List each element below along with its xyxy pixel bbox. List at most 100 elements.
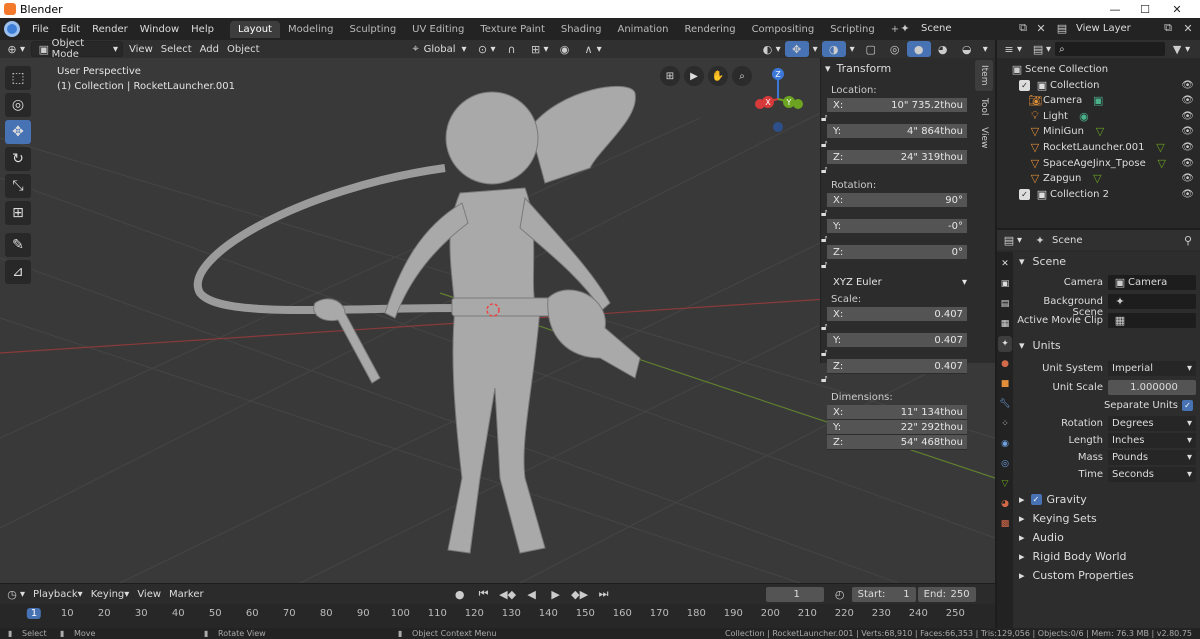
tab-uv-editing[interactable]: UV Editing [404, 21, 472, 38]
outliner-item[interactable]: ▽ SpaceAgeJinx_Tpose ▽ 👁︎ [997, 155, 1200, 171]
lock-icon[interactable]: 🔓︎ [821, 208, 827, 219]
outliner-item[interactable]: ▽ RocketLauncher.001 ▽ 👁︎ [997, 139, 1200, 155]
blender-logo-icon[interactable] [4, 21, 20, 37]
falloff-button[interactable]: ∧ ▾ [577, 41, 606, 57]
minimize-button[interactable]: — [1100, 0, 1130, 18]
tool-settings-tab[interactable]: ✕ [998, 256, 1012, 272]
menu-object[interactable]: Object [223, 41, 264, 57]
audio-panel-header[interactable]: ▸ Audio [1015, 528, 1200, 546]
tab-compositing[interactable]: Compositing [744, 21, 823, 38]
outliner-item[interactable]: ▽ Zapgun ▽ 👁︎ [997, 171, 1200, 187]
maximize-button[interactable]: ☐ [1130, 0, 1160, 18]
shading-material[interactable]: ◕ [931, 41, 955, 57]
lock-icon[interactable]: 🔓︎ [821, 348, 827, 359]
snap-button[interactable]: ∩ [500, 41, 524, 57]
rotation-y-field[interactable]: Y: -0° [827, 219, 967, 234]
tab-texture-paint[interactable]: Texture Paint [472, 21, 553, 38]
tab-rendering[interactable]: Rendering [676, 21, 743, 38]
cursor-tool[interactable]: ◎ [5, 93, 31, 117]
exclude-checkbox[interactable]: ✓ [1019, 188, 1030, 200]
keying-sets-panel-header[interactable]: ▸ Keying Sets [1015, 509, 1200, 527]
eye-icon[interactable]: 👁︎ [1181, 142, 1194, 153]
modifier-tab[interactable]: 🔧︎ [998, 396, 1012, 412]
scale-y-field[interactable]: Y: 0.407 [827, 333, 967, 348]
new-view-layer-icon[interactable]: ⧉ [1160, 20, 1176, 36]
rotation-x-field[interactable]: X: 90° [827, 193, 967, 208]
timeline-editor-type[interactable]: ◷ ▾ [0, 586, 29, 602]
rotation-units-dropdown[interactable]: Degrees ▾ [1108, 416, 1196, 431]
gravity-panel-header[interactable]: ▸ ✓ Gravity [1015, 490, 1200, 508]
rigid-body-world-panel-header[interactable]: ▸ Rigid Body World [1015, 547, 1200, 565]
rotation-z-field[interactable]: Z: 0° [827, 245, 967, 260]
editor-type-button[interactable]: ⊕ ▾ [0, 41, 29, 57]
tab-modeling[interactable]: Modeling [280, 21, 342, 38]
data-icon[interactable]: ▽ [1092, 124, 1108, 140]
menu-window[interactable]: Window [134, 24, 185, 35]
shading-wireframe[interactable]: ◎ [883, 41, 907, 57]
physics-tab[interactable]: ◉ [998, 436, 1012, 452]
annotate-tool[interactable]: ✎ [5, 233, 31, 257]
tab-shading[interactable]: Shading [553, 21, 610, 38]
custom-properties-panel-header[interactable]: ▸ Custom Properties [1015, 566, 1200, 584]
active-movie-clip-field[interactable]: ▦ [1108, 313, 1196, 328]
zoom-view-button[interactable]: ⌕ [732, 66, 752, 86]
auto-key-button[interactable]: ● [448, 586, 472, 602]
location-y-field[interactable]: Y: 4" 864thou [827, 124, 967, 139]
length-dropdown[interactable]: Inches ▾ [1108, 433, 1196, 448]
play-button[interactable]: ▶ [544, 586, 568, 602]
mode-selector[interactable]: ▣ Object Mode ▾ [31, 38, 124, 60]
close-button[interactable]: ✕ [1162, 0, 1192, 18]
lock-icon[interactable]: 🔓︎ [821, 374, 827, 385]
overlay-menu[interactable]: ▾ [846, 41, 859, 57]
3d-viewport[interactable]: User Perspective (1) Collection | Rocket… [0, 58, 995, 583]
outliner-item[interactable]: ✓ ▣ Collection 2 👁︎ [997, 186, 1200, 202]
scale-z-field[interactable]: Z: 0.407 [827, 359, 967, 374]
object-tab[interactable]: ■ [998, 376, 1012, 392]
dimensions-z-field[interactable]: Z: 54" 468thou [827, 435, 967, 450]
scale-x-field[interactable]: X: 0.407 [827, 307, 967, 322]
outliner-scene-collection[interactable]: ▣ Scene Collection [997, 61, 1200, 77]
eye-icon[interactable]: 👁︎ [1181, 111, 1194, 122]
tab-layout[interactable]: Layout [229, 20, 280, 38]
properties-editor-type[interactable]: ▤ ▾ [997, 232, 1026, 248]
outliner-editor-type[interactable]: ≡ ▾ [997, 41, 1026, 57]
gizmo-toggle[interactable]: ✥ [784, 41, 809, 57]
data-icon[interactable]: ▽ [1089, 171, 1105, 187]
prev-keyframe-button[interactable]: ◀◆ [496, 586, 520, 602]
visibility-button[interactable]: ◐ ▾ [756, 41, 785, 57]
shading-solid[interactable]: ● [906, 41, 931, 57]
shading-rendered[interactable]: ◒ [955, 41, 979, 57]
xray-toggle[interactable]: ▢ [859, 41, 883, 57]
material-tab[interactable]: ◕ [998, 496, 1012, 512]
lock-icon[interactable]: 🔓︎ [821, 113, 827, 124]
lock-icon[interactable]: 🔓︎ [821, 165, 827, 176]
play-reverse-button[interactable]: ◀ [520, 586, 544, 602]
move-tool[interactable]: ✥ [5, 120, 31, 144]
dimensions-y-field[interactable]: Y: 22" 292thou [827, 420, 967, 435]
delete-scene-icon[interactable]: ✕ [1033, 20, 1049, 36]
data-icon[interactable]: ▽ [1152, 139, 1168, 155]
rotate-tool[interactable]: ↻ [5, 147, 31, 171]
menu-help[interactable]: Help [185, 24, 220, 35]
stopwatch-icon[interactable]: ◴ [832, 586, 848, 602]
transform-header[interactable]: ▾ Transform [821, 58, 975, 78]
next-keyframe-button[interactable]: ◆▶ [568, 586, 592, 602]
view-layer-tab[interactable]: ▦ [998, 316, 1012, 332]
menu-render[interactable]: Render [86, 24, 134, 35]
menu-add[interactable]: Add [196, 41, 223, 57]
camera-view-button[interactable]: ▶ [684, 66, 704, 86]
dimensions-x-field[interactable]: X: 11" 134thou [827, 405, 967, 420]
eye-icon[interactable]: 👁︎ [1181, 189, 1194, 200]
scene-tab[interactable]: ✦ [998, 336, 1012, 352]
data-icon[interactable]: ◉ [1076, 108, 1092, 124]
tab-tool[interactable]: Tool [975, 93, 993, 120]
scale-tool[interactable]: ⤡ [5, 174, 31, 198]
menu-select[interactable]: Select [157, 41, 196, 57]
tab-sculpting[interactable]: Sculpting [341, 21, 404, 38]
lock-icon[interactable]: 🔓︎ [821, 322, 827, 333]
units-panel-header[interactable]: ▾ Units [1015, 336, 1200, 354]
timeline-ruler[interactable]: 1 10 20 30 40 50 60 70 80 90 100 110 120 130 140 150 160… [0, 604, 995, 628]
overlay-toggle[interactable]: ◑ [821, 41, 846, 57]
shading-menu[interactable]: ▾ [979, 41, 992, 57]
filter-button[interactable]: ▼ ▾ [1165, 41, 1194, 57]
